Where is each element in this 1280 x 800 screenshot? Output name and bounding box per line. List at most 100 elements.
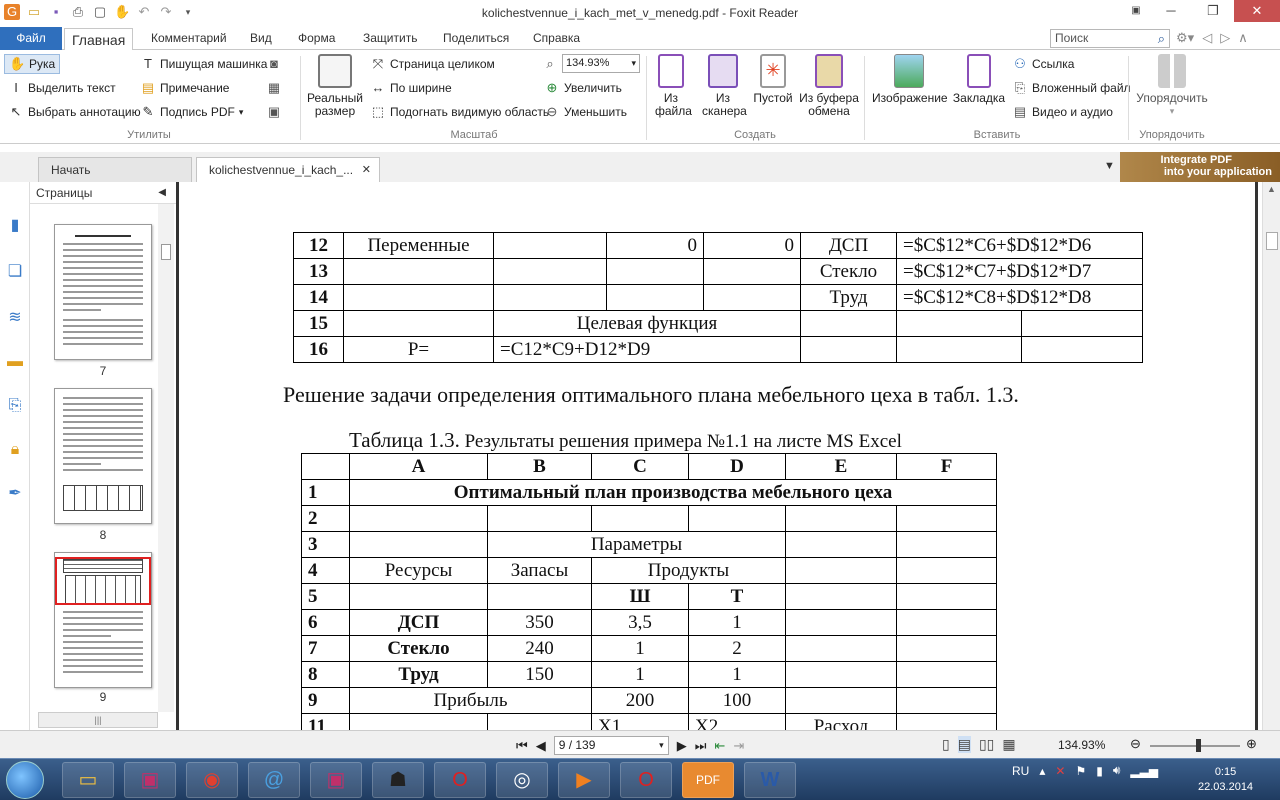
file-tab[interactable]: Файл [0,27,62,50]
thumbnails-scrollbar[interactable] [158,204,174,712]
scroll-up-icon[interactable]: ▲ [1267,184,1276,194]
opera-taskbar-icon[interactable]: O [434,762,486,798]
select-area-icon[interactable]: ▣ [266,104,282,120]
signatures-icon[interactable]: ✒ [5,484,25,504]
back-icon[interactable]: ◁ [1202,30,1212,46]
collapse-ribbon-icon[interactable]: ∧ [1238,30,1248,46]
fit-visible-button[interactable]: ⬚ Подогнать видимую область [370,102,549,122]
bookmark-button[interactable]: Закладка [950,54,1008,105]
zoom-slider-knob[interactable] [1196,739,1201,752]
security-icon[interactable]: 🔒︎ [5,440,25,460]
image-button[interactable]: Изображение [872,54,948,105]
tab-help[interactable]: Справка [533,27,580,50]
next-page-icon[interactable]: ▶ [677,738,687,754]
collapse-panel-icon[interactable]: ◀ [158,182,166,204]
battery-icon[interactable]: ▮ [1096,764,1103,778]
fit-page-button[interactable]: ⤧ Страница целиком [370,54,495,74]
language-indicator[interactable]: RU [1012,764,1029,778]
typewriter-button[interactable]: T Пишущая машинка [140,54,267,74]
page-thumbnail[interactable] [54,388,152,524]
note-button[interactable]: ▤ Примечание [140,78,230,98]
current-view-frame[interactable] [55,557,151,605]
search-input[interactable]: Поиск ⌕ [1050,29,1170,48]
select-annotation-button[interactable]: ↖ Выбрать аннотацию [8,102,141,122]
integrate-promo-banner[interactable]: Integrate PDF into your application [1120,152,1280,182]
zoom-out-button[interactable]: ⊖ Уменьшить [544,102,627,122]
tab-comment[interactable]: Комментарий [151,27,227,50]
next-view-icon[interactable]: ⇥ [733,738,744,754]
snapshot-icon[interactable]: ◙ [266,56,282,72]
maximize-button[interactable]: ❐ [1192,0,1234,22]
forward-icon[interactable]: ▷ [1220,30,1230,46]
opera2-taskbar-icon[interactable]: O [620,762,672,798]
minimize-button[interactable]: ─ [1150,0,1192,22]
layers-icon[interactable]: ≋ [5,308,25,328]
chrome-dev-taskbar-icon[interactable]: ◎ [496,762,548,798]
network-icon[interactable]: ✕ [1055,764,1065,778]
link-button[interactable]: ⚇ Ссылка [1012,54,1074,74]
word-taskbar-icon[interactable]: W [744,762,796,798]
previous-view-icon[interactable]: ⇤ [714,738,725,754]
zoom-in-button[interactable]: ⊕ Увеличить [544,78,622,98]
attachments-icon[interactable]: ⎘ [5,396,25,416]
zoom-out-icon[interactable]: ⊖ [1130,736,1141,752]
from-scanner-button[interactable]: Из сканера [700,54,747,118]
tab-protect[interactable]: Защитить [363,27,417,50]
zoom-slider[interactable] [1150,739,1240,752]
prev-page-icon[interactable]: ◀ [536,738,546,754]
document-view[interactable]: 12 Переменные 0 0 ДСП =$C$12*C6+$D$12*D6… [176,182,1262,730]
tab-share[interactable]: Поделиться [443,27,509,50]
settings-icon[interactable]: ⚙▾ [1176,30,1194,46]
page-thumbnail-current[interactable] [54,552,152,688]
page-number-input[interactable]: 9 / 139 ▾ [553,736,669,755]
app-taskbar-icon[interactable]: ▣ [124,762,176,798]
clipboard-icon[interactable]: ▦ [266,80,282,96]
zoom-select[interactable]: 134.93% ▾ [562,54,640,73]
arrange-button[interactable]: Упорядочить ▾ [1134,54,1210,118]
hand-tool-button[interactable]: ✋ Рука [4,54,61,74]
close-tab-icon[interactable]: ✕ [362,158,371,183]
tab-form[interactable]: Форма [298,27,335,50]
bookmarks-icon[interactable]: ▮ [5,216,25,236]
continuous-facing-icon[interactable]: ▦ [1002,736,1015,753]
single-page-icon[interactable]: ▯ [942,736,950,753]
video-audio-button[interactable]: ▤ Видео и аудио [1012,102,1113,122]
signal-icon[interactable]: ▂▃▅ [1130,764,1158,778]
zoom-in-icon[interactable]: ⊕ [1246,736,1257,752]
start-button[interactable] [6,761,44,799]
show-hidden-icons-icon[interactable]: ▴ [1039,764,1045,778]
layout-icon[interactable]: ▣ [1122,0,1150,22]
from-clipboard-button[interactable]: Из буфера обмена [798,54,860,118]
volume-icon[interactable]: 🔊︎ [1113,763,1121,778]
last-page-icon[interactable]: ⏭ [695,738,707,754]
fit-width-button[interactable]: ↔ По ширине [370,78,452,98]
select-text-button[interactable]: I Выделить текст [8,78,115,98]
blank-button[interactable]: ✳ Пустой [752,54,794,105]
facing-icon[interactable]: ▯▯ [979,736,994,753]
first-page-icon[interactable]: ⏮ [516,738,528,754]
tab-start[interactable]: Начать [38,157,192,182]
from-file-button[interactable]: Из файла [650,54,692,118]
scrollbar-thumb[interactable] [161,244,171,260]
scrollbar-thumb[interactable] [1266,232,1278,250]
continuous-icon[interactable]: ▤ [957,736,971,753]
close-button[interactable]: ✕ [1234,0,1280,22]
tab-home[interactable]: Главная [64,28,134,51]
pages-icon[interactable]: ❏ [5,262,25,282]
attached-file-button[interactable]: ⎘ Вложенный файл [1012,78,1131,98]
media-player-taskbar-icon[interactable]: ▶ [558,762,610,798]
game-taskbar-icon[interactable]: ☗ [372,762,424,798]
foxit-taskbar-icon[interactable]: PDF [682,762,734,798]
chrome-taskbar-icon[interactable]: ◉ [186,762,238,798]
actual-size-button[interactable]: Реальный размер [306,54,364,118]
thumbnails-hscrollbar[interactable]: ||| [38,712,158,728]
app2-taskbar-icon[interactable]: ▣ [310,762,362,798]
tab-list-icon[interactable]: ▼ [1104,160,1115,172]
tab-document[interactable]: kolichestvennue_i_kach_... ✕ [196,157,380,182]
search-icon[interactable]: ⌕ [1158,30,1165,47]
page-thumbnail[interactable] [54,224,152,360]
clock[interactable]: 0:15 22.03.2014 [1198,765,1253,795]
explorer-taskbar-icon[interactable]: ▭ [62,762,114,798]
flag-icon[interactable]: ⚑ [1075,764,1086,778]
sign-pdf-button[interactable]: ✎ Подпись PDF ▾ [140,102,244,122]
